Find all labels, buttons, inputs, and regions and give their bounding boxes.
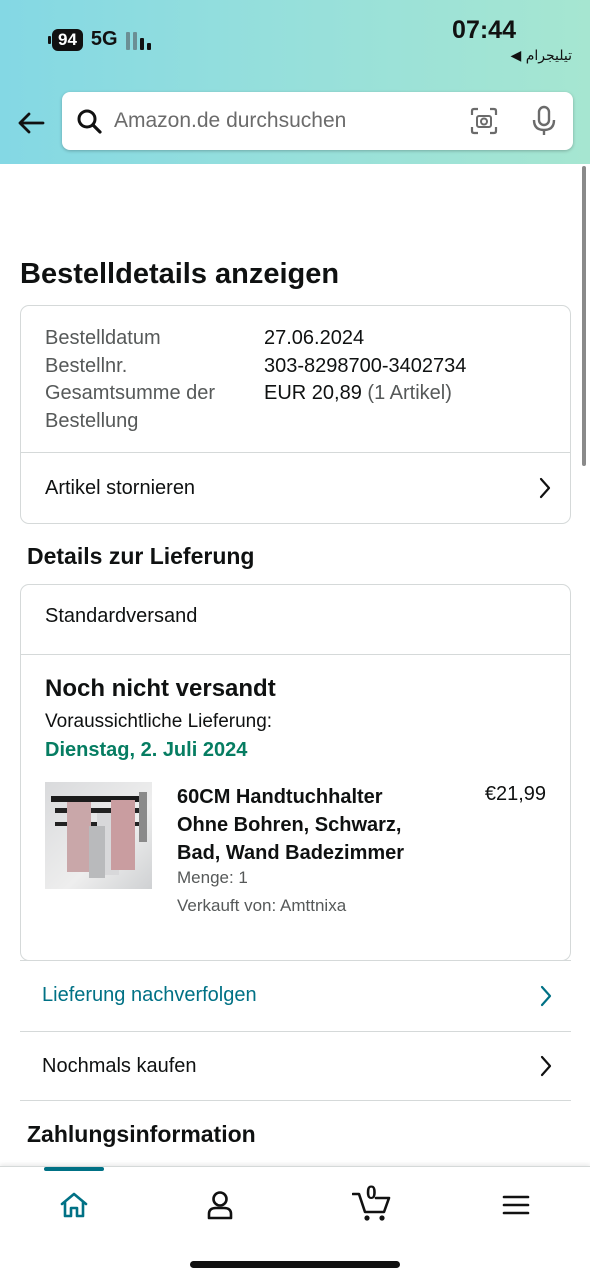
product-price: €21,99 [484,783,546,805]
tab-account[interactable] [200,1185,240,1225]
search-input[interactable] [114,109,444,133]
app-header: 94 5G 07:44 ◀ تیلیجرام [0,0,590,164]
search-icon [77,109,102,134]
tab-menu[interactable] [496,1185,536,1225]
home-icon [60,1192,88,1218]
order-number-value: 303-8298700-3402734 [264,355,467,377]
product-image[interactable] [45,782,152,889]
delivery-heading: Details zur Lieferung [27,543,255,569]
menu-icon [502,1195,530,1215]
order-summary-card: Bestelldatum 27.06.2024 Bestellnr. 303-8… [20,305,571,524]
payment-heading: Zahlungsinformation [27,1121,256,1147]
cancel-items-link[interactable]: Artikel stornieren [21,453,570,523]
order-total-amount: EUR 20,89 [264,382,362,404]
cart-count: 0 [366,1183,377,1204]
order-total-label-line2: Bestellung [45,410,139,432]
home-indicator[interactable] [190,1261,400,1268]
shipping-method: Standardversand [45,605,198,627]
track-delivery-link[interactable]: Lieferung nachverfolgen [20,960,571,1030]
eta-label: Voraussichtliche Lieferung: [45,711,273,732]
search-bar[interactable] [62,92,573,150]
track-delivery-label: Lieferung nachverfolgen [42,984,257,1006]
page-title: Bestelldetails anzeigen [20,258,340,290]
order-total-value: EUR 20,89 (1 Artikel) [264,379,452,407]
towel-rack-illustration [51,792,147,878]
back-arrow-icon[interactable] [16,108,46,138]
tab-home[interactable] [54,1185,94,1225]
battery-indicator: 94 [48,28,83,51]
clock: 07:44 [452,16,516,44]
tab-cart[interactable]: 0 [350,1183,394,1225]
microphone-icon[interactable] [531,105,557,137]
product-title[interactable]: 60CM Handtuchhalter Ohne Bohren, Schwarz… [177,783,427,867]
eta-date: Dienstag, 2. Juli 2024 [45,739,248,761]
buy-again-label: Nochmals kaufen [42,1054,197,1077]
camera-search-icon[interactable] [469,106,499,136]
chevron-right-icon [540,1055,552,1077]
order-total-items: (1 Artikel) [367,382,452,404]
chevron-right-icon [539,477,551,499]
product-seller: Verkauft von: Amttnixa [177,896,347,915]
chevron-right-icon [540,985,552,1006]
product-quantity: Menge: 1 [177,868,248,887]
order-date-label: Bestelldatum [45,327,161,349]
shipping-status: Noch nicht versandt [45,675,276,702]
divider [21,654,570,655]
active-tab-indicator [44,1167,104,1171]
buy-again-link[interactable]: Nochmals kaufen [20,1031,571,1101]
status-bar-left: 94 5G [48,28,151,51]
scrollbar[interactable] [582,166,586,466]
back-to-app-link[interactable]: ◀ تیلیجرام [510,48,572,64]
delivery-card: Standardversand Noch nicht versandt Vora… [20,584,571,961]
order-date-value: 27.06.2024 [264,327,365,349]
order-number-label: Bestellnr. [45,355,128,377]
order-total-label-line1: Gesamtsumme der [45,382,216,404]
signal-icon [125,30,151,50]
cancel-items-label: Artikel stornieren [45,476,196,499]
network-type: 5G [90,28,118,50]
account-icon [207,1191,233,1220]
